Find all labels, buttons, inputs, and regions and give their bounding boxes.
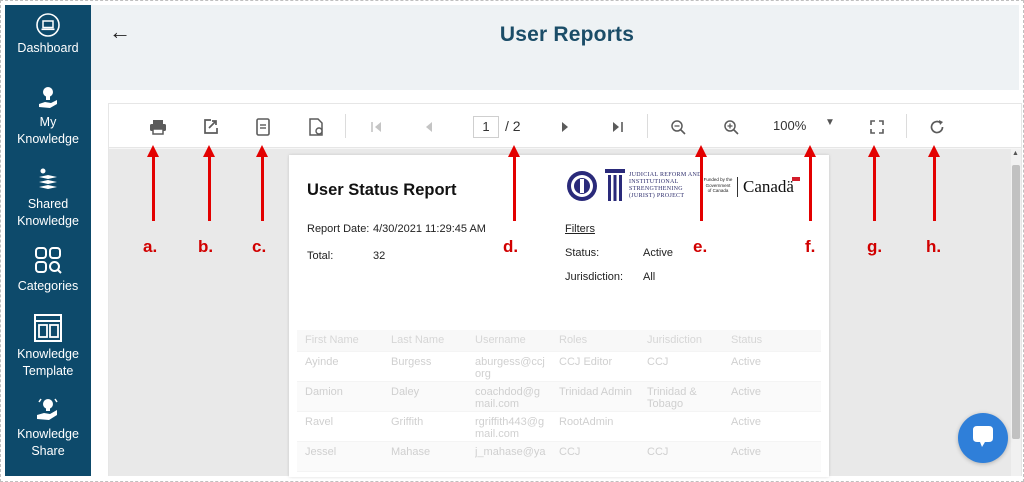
ccj-seal-logo (567, 171, 597, 201)
sidebar-item-label: Shared Knowledge (17, 197, 79, 228)
report-table: First Name Last Name Username Roles Juri… (297, 330, 821, 472)
sidebar-item-my-knowledge[interactable]: My Knowledge (5, 85, 91, 148)
share-hand-icon (37, 398, 58, 420)
sidebar-item-label: My Knowledge (17, 115, 79, 146)
scrollbar-thumb[interactable] (1012, 165, 1020, 439)
table-header-cell: First Name (305, 334, 359, 346)
vertical-scrollbar[interactable]: ▲ (1011, 149, 1021, 476)
annotation-arrow (873, 155, 876, 221)
report-date-value: 4/30/2021 11:29:45 AM (373, 223, 486, 235)
chevron-down-icon[interactable]: ▼ (825, 117, 835, 128)
filters-heading: Filters (565, 223, 595, 235)
annotation-arrow (809, 155, 812, 221)
laptop-icon (36, 13, 60, 37)
sidebar-item-shared-knowledge[interactable]: Shared Knowledge (5, 167, 91, 230)
canada-wordmark: Canadä (743, 177, 794, 196)
page-number-input[interactable]: 1 (473, 116, 499, 138)
chat-button[interactable] (958, 413, 1008, 463)
report-viewer: 1 / 2 100% ▼ User Status Report Report D… (108, 103, 1022, 477)
table-header-cell: Status (731, 334, 763, 346)
annotation-label-b: b. (198, 237, 214, 256)
zoom-in-icon[interactable] (720, 116, 742, 138)
table-header-cell: Username (475, 334, 526, 346)
funded-by-text: Funded by the Government of Canada (703, 177, 733, 193)
grid-search-icon (35, 247, 62, 274)
annotation-arrow (933, 155, 936, 221)
sidebar-item-knowledge-template[interactable]: Knowledge Template (5, 313, 91, 380)
page-settings-icon[interactable] (305, 116, 327, 138)
annotation-label-h: h. (926, 237, 942, 256)
table-header-row: First Name Last Name Username Roles Juri… (297, 330, 821, 352)
report-date-label: Report Date: (307, 223, 370, 235)
report-total-value: 32 (373, 250, 386, 262)
first-page-icon[interactable] (365, 116, 387, 138)
toolbar-divider (906, 114, 907, 138)
shared-stack-icon (39, 168, 57, 189)
annotation-arrow (208, 155, 211, 221)
toolbar-divider (345, 114, 346, 138)
sidebar-item-categories[interactable]: Categories (5, 245, 91, 295)
annotation-label-c: c. (252, 237, 267, 256)
annotation-arrow (513, 155, 516, 221)
sidebar-item-label: Categories (17, 279, 79, 293)
page-title: User Reports (499, 23, 635, 46)
table-row: Jessel Mahase j_mahase@ya CCJ CCJ Active (297, 442, 821, 472)
refresh-icon[interactable] (926, 116, 948, 138)
page-total: / 2 (505, 118, 521, 134)
annotation-label-d: d. (503, 237, 519, 256)
print-icon[interactable] (147, 116, 169, 138)
scroll-up-arrow-icon[interactable]: ▲ (1012, 150, 1019, 157)
jurist-pillar-logo (605, 169, 625, 201)
page-header: ← User Reports (91, 5, 1019, 90)
annotation-label-a: a. (143, 237, 158, 256)
next-page-icon[interactable] (554, 116, 576, 138)
jurist-logo-text: JUDICIAL REFORM AND INSTITUTIONAL STRENG… (629, 172, 702, 199)
status-filter-label: Status: (565, 247, 600, 259)
report-scroll-area[interactable]: User Status Report Report Date: 4/30/202… (109, 149, 1021, 477)
document-icon[interactable] (252, 116, 274, 138)
annotation-arrow (152, 155, 155, 221)
zoom-select[interactable]: 100% (773, 118, 806, 133)
template-icon (34, 314, 62, 342)
viewer-toolbar: 1 / 2 100% ▼ (109, 104, 1021, 148)
fullscreen-icon[interactable] (866, 116, 888, 138)
sidebar-item-dashboard[interactable]: Dashboard (5, 13, 91, 57)
sidebar: Dashboard My Knowledge Shared Knowledge … (5, 5, 91, 476)
table-header-cell: Roles (559, 334, 588, 346)
annotation-arrow (261, 155, 264, 221)
sidebar-item-label: Knowledge Template (17, 347, 79, 378)
report-total-label: Total: (307, 250, 334, 262)
zoom-out-icon[interactable] (667, 116, 689, 138)
annotation-label-f: f. (805, 237, 816, 256)
annotation-arrow (700, 155, 703, 221)
sidebar-item-label: Knowledge Share (17, 427, 79, 458)
table-row: Ravel Griffith rgriffith443@g mail.com R… (297, 412, 821, 442)
annotation-label-g: g. (867, 237, 883, 256)
export-icon[interactable] (200, 116, 222, 138)
status-filter-value: Active (643, 247, 673, 259)
table-header-cell: Last Name (391, 334, 445, 346)
report-page: User Status Report Report Date: 4/30/202… (289, 155, 829, 477)
chat-bubble-icon (973, 426, 993, 447)
logo-divider (737, 177, 738, 197)
prev-page-icon[interactable] (418, 116, 440, 138)
sidebar-item-label: Dashboard (17, 41, 79, 55)
sidebar-item-knowledge-share[interactable]: Knowledge Share (5, 397, 91, 460)
toolbar-divider (647, 114, 648, 138)
lightbulb-hand-icon (39, 87, 57, 108)
jurisdiction-filter-value: All (643, 271, 656, 283)
jurisdiction-filter-label: Jurisdiction: (565, 271, 624, 283)
last-page-icon[interactable] (607, 116, 629, 138)
table-row: Ayinde Burgess aburgess@ccj org CCJ Edit… (297, 352, 821, 382)
table-row: Damion Daley coachdod@g mail.com Trinida… (297, 382, 821, 412)
table-header-cell: Jurisdiction (647, 334, 703, 346)
report-title: User Status Report (307, 181, 457, 199)
annotation-label-e: e. (693, 237, 708, 256)
canada-flag-icon (792, 177, 800, 181)
